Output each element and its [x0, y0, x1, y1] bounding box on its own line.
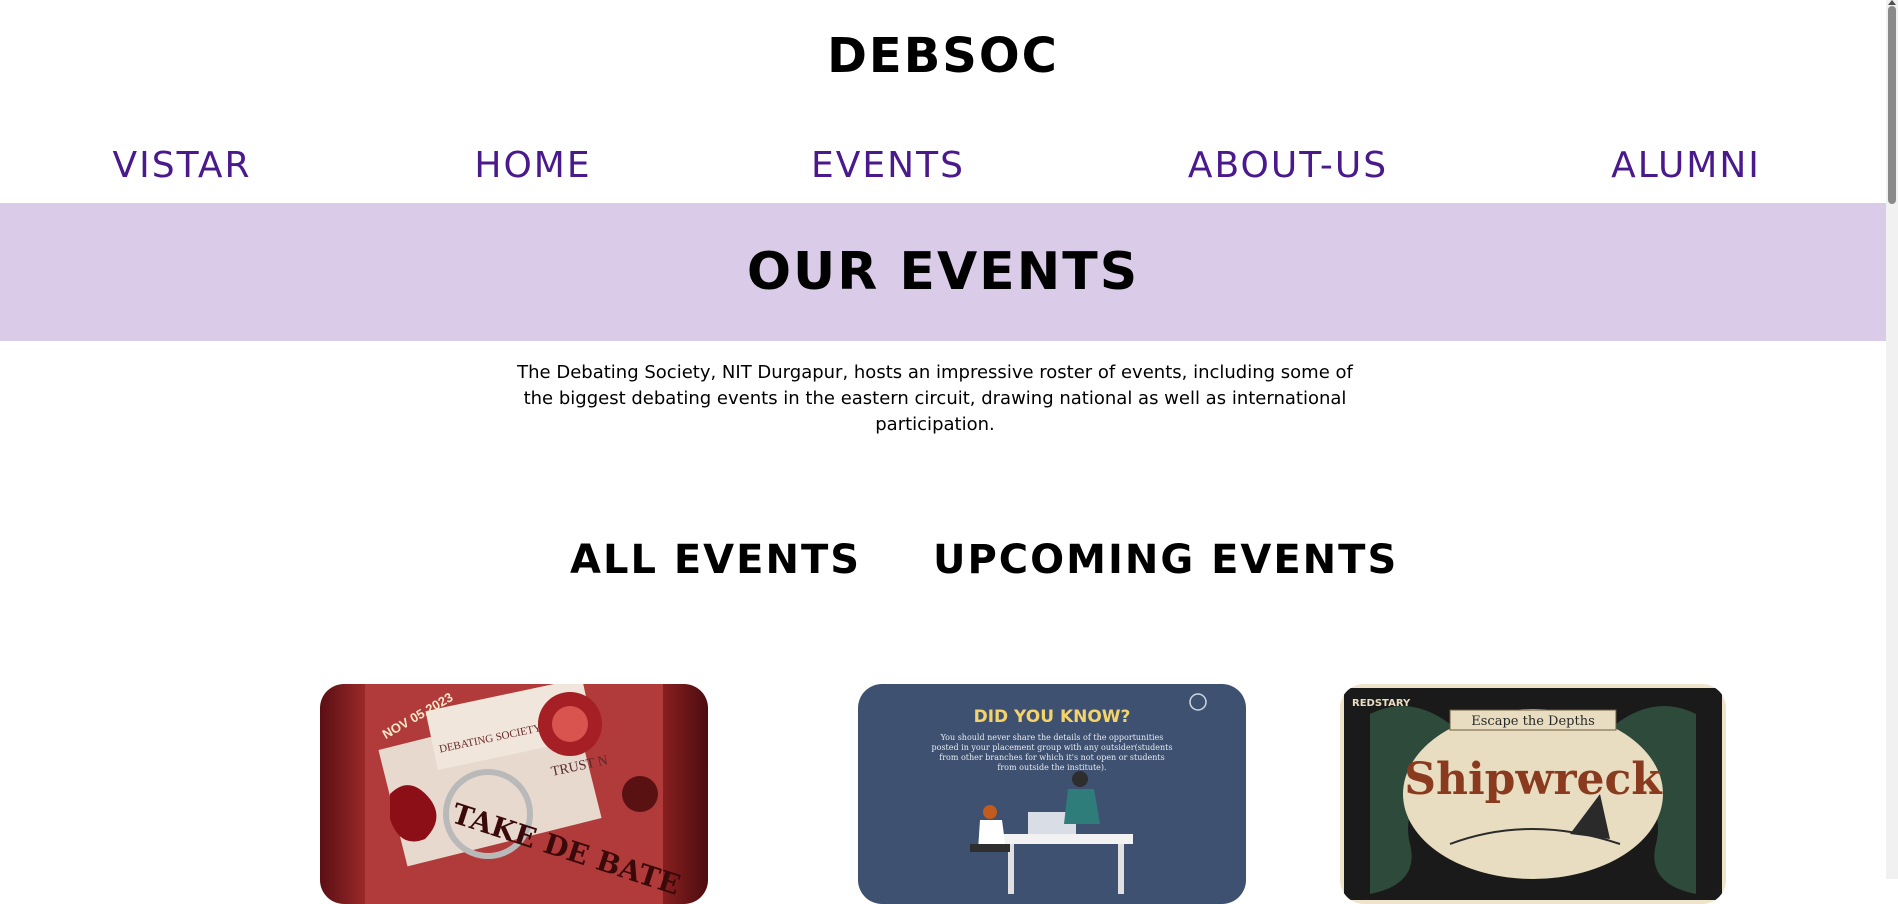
- take-debate-poster: NOV 05,2023 DEBATING SOCIETY TRUST N TAK…: [320, 684, 708, 904]
- nav-alumni[interactable]: ALUMNI: [1611, 144, 1761, 188]
- card-line-2: posted in your placement group with any …: [932, 743, 1173, 752]
- upcoming-events-tab[interactable]: UPCOMING EVENTS: [933, 535, 1398, 585]
- nav-home[interactable]: HOME: [474, 144, 591, 188]
- main-nav: VISTAR HOME EVENTS ABOUT-US ALUMNI: [0, 144, 1886, 188]
- card-badge: REDSTARY: [1352, 698, 1411, 709]
- scroll-thumb[interactable]: [1888, 6, 1896, 204]
- page-scrollbar[interactable]: [1886, 0, 1898, 879]
- page-title: OUR EVENTS: [746, 242, 1140, 302]
- card-title: Shipwreck: [1404, 754, 1663, 805]
- event-filters: ALL EVENTS UPCOMING EVENTS: [0, 535, 1886, 585]
- card-line-4: from outside the institute).: [997, 763, 1106, 772]
- event-cards: NOV 05,2023 DEBATING SOCIETY TRUST N TAK…: [0, 684, 1886, 904]
- card-subtitle: Escape the Depths: [1471, 714, 1594, 729]
- shipwreck-poster: Escape the Depths REDSTARY Shipwreck: [1340, 684, 1726, 904]
- intro-text: The Debating Society, NIT Durgapur, host…: [517, 362, 1353, 435]
- card-heading: DID YOU KNOW?: [974, 707, 1131, 727]
- nav-about-us[interactable]: ABOUT-US: [1188, 144, 1388, 188]
- scroll-up-icon[interactable]: [1888, 0, 1896, 5]
- card-line-3: from other branches for which it's not o…: [939, 753, 1164, 762]
- all-events-tab[interactable]: ALL EVENTS: [570, 535, 861, 585]
- event-card-take-debate[interactable]: NOV 05,2023 DEBATING SOCIETY TRUST N TAK…: [320, 684, 708, 904]
- did-you-know-poster: DID YOU KNOW? You should never share the…: [858, 684, 1246, 904]
- site-logo[interactable]: DEBSOC: [0, 28, 1886, 84]
- event-card-shipwreck[interactable]: Escape the Depths REDSTARY Shipwreck: [1340, 684, 1726, 904]
- event-card-did-you-know[interactable]: DID YOU KNOW? You should never share the…: [858, 684, 1246, 904]
- nav-events[interactable]: EVENTS: [811, 144, 965, 188]
- nav-vistar[interactable]: VISTAR: [113, 144, 252, 188]
- card-line-1: You should never share the details of th…: [940, 733, 1164, 742]
- events-banner: OUR EVENTS: [0, 203, 1886, 341]
